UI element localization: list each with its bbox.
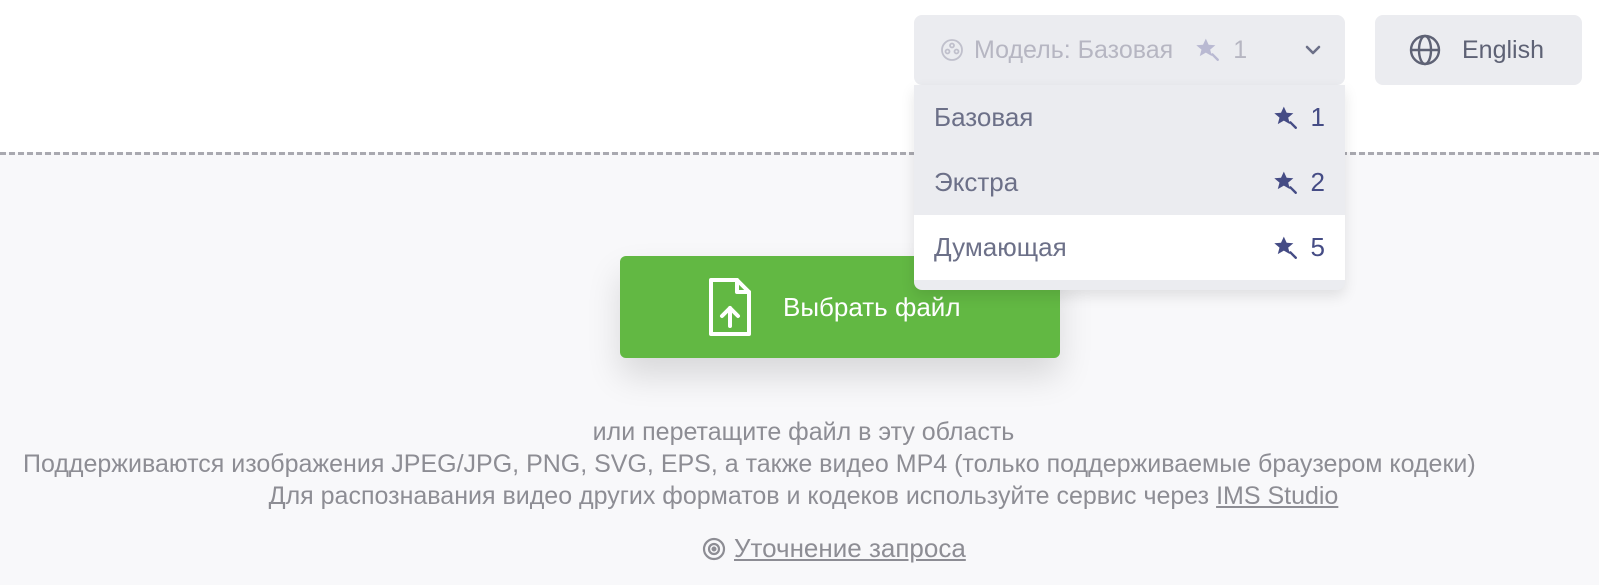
- model-select-cost: 1: [1195, 36, 1247, 65]
- other-formats-text: Для распознавания видео других форматов …: [4, 482, 1599, 511]
- model-option-cost: 1: [1273, 102, 1325, 133]
- model-icon: [940, 38, 964, 62]
- target-icon: [702, 537, 726, 561]
- model-option-label: Базовая: [934, 102, 1034, 132]
- model-select[interactable]: Модель: Базовая 1: [914, 15, 1345, 85]
- model-option-cost-value: 2: [1310, 167, 1325, 197]
- supported-formats-text: Поддерживаются изображения JPEG/JPG, PNG…: [23, 450, 1476, 478]
- model-menu: Базовая 1 Экстра 2 Думающая 5: [914, 85, 1345, 290]
- refine-query-link[interactable]: Уточнение запроса: [734, 533, 966, 564]
- language-label: English: [1462, 35, 1544, 64]
- model-option-cost: 2: [1273, 167, 1325, 198]
- star-icon: [1273, 170, 1299, 196]
- other-formats-label: Для распознавания видео других форматов …: [268, 482, 1217, 510]
- ims-studio-link[interactable]: IMS Studio: [1216, 482, 1338, 510]
- model-option-label: Экстра: [934, 167, 1019, 197]
- model-option-cost: 5: [1273, 232, 1325, 263]
- star-icon: [1195, 37, 1221, 63]
- model-select-cost-value: 1: [1233, 35, 1248, 64]
- model-option-cost-value: 5: [1310, 232, 1325, 262]
- chevron-down-icon: [1303, 40, 1323, 60]
- model-select-label: Модель: Базовая: [974, 35, 1174, 64]
- refine-query[interactable]: Уточнение запроса: [702, 533, 966, 564]
- model-option-thinking[interactable]: Думающая 5: [914, 215, 1345, 280]
- star-icon: [1273, 105, 1299, 131]
- file-drop-zone[interactable]: [0, 152, 1599, 585]
- file-upload-icon: [707, 276, 753, 338]
- drop-hint: или перетащите файл в эту область: [592, 418, 1015, 446]
- choose-file-label: Выбрать файл: [783, 291, 961, 322]
- language-button[interactable]: English: [1375, 15, 1582, 85]
- model-option-label: Думающая: [934, 232, 1067, 262]
- star-icon: [1273, 235, 1299, 261]
- model-option-basic[interactable]: Базовая 1: [914, 85, 1345, 150]
- model-option-cost-value: 1: [1310, 102, 1325, 132]
- globe-icon: [1408, 33, 1442, 67]
- model-option-extra[interactable]: Экстра 2: [914, 150, 1345, 215]
